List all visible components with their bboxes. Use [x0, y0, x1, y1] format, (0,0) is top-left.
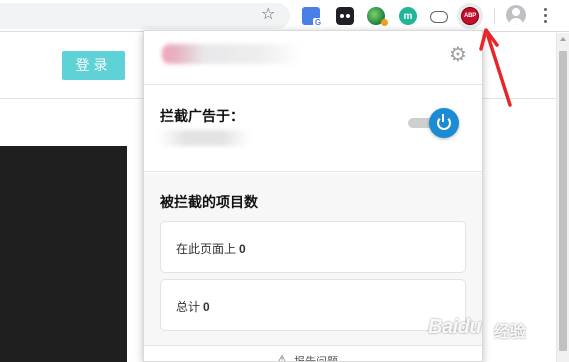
baidu-watermark: Baidu 经验 [428, 314, 538, 341]
red-arrow-annotation [479, 28, 512, 107]
watermark-text: Baidu [428, 316, 482, 338]
watermark-sub: 经验 [494, 324, 527, 341]
